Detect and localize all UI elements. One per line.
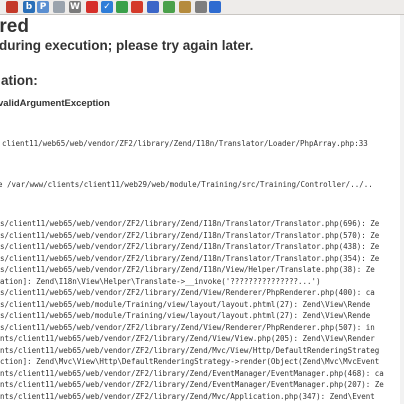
error-page: bP W ✓ rred during execution; please try a… bbox=[0, 0, 404, 404]
bookmarks-toolbar: b P W ✓ bbox=[0, 0, 404, 15]
callstack-header: e /var/www/clients/client11/web29/web/mo… bbox=[0, 180, 373, 189]
trace-line: nts/client11/web65/web/vendor/ZF2/librar… bbox=[0, 345, 380, 355]
wikipedia-icon[interactable]: W bbox=[69, 1, 81, 13]
green-icon[interactable] bbox=[116, 1, 128, 13]
trace-line: s/client11/web65/web/vendor/ZF2/library/… bbox=[0, 322, 375, 332]
blue-icon[interactable] bbox=[209, 1, 221, 13]
error-message: during execution; please try again later… bbox=[0, 38, 254, 53]
page-content: rred during execution; please try again … bbox=[0, 15, 404, 404]
gray-icon[interactable] bbox=[195, 1, 207, 13]
trace-line: s/client11/web65/web/vendor/ZF2/library/… bbox=[0, 242, 380, 251]
trace-line: s/client11/web65/web/vendor/ZF2/library/… bbox=[0, 219, 380, 228]
trace-line: s/client11/web65/web/module/Training/vie… bbox=[0, 311, 371, 320]
trace-line: s/client11/web65/web/module/Training/vie… bbox=[0, 299, 371, 309]
trace-line: nts/client11/web65/web/vendor/ZF2/librar… bbox=[0, 391, 375, 401]
doc-icon[interactable] bbox=[53, 1, 65, 13]
red-box-icon[interactable] bbox=[6, 1, 18, 13]
green-square-icon[interactable] bbox=[163, 1, 175, 13]
p-icon[interactable]: P bbox=[37, 1, 49, 13]
vertical-scrollbar[interactable] bbox=[400, 15, 404, 404]
folder-icon[interactable] bbox=[179, 1, 191, 13]
exception-file: client11/web65/web/vendor/ZF2/library/Ze… bbox=[2, 139, 368, 148]
trace-line: nts/client11/web65/web/vendor/ZF2/librar… bbox=[0, 368, 384, 378]
trace-line: s/client11/web65/web/vendor/ZF2/library/… bbox=[0, 288, 375, 297]
trace-line: s/client11/web65/web/vendor/ZF2/library/… bbox=[0, 253, 380, 263]
red-stop-icon[interactable] bbox=[131, 1, 143, 13]
trace-line: nts/client11/web65/web/vendor/ZF2/librar… bbox=[0, 334, 375, 343]
blue-square-icon[interactable] bbox=[147, 1, 159, 13]
trace-line: s/client11/web65/web/vendor/ZF2/library/… bbox=[0, 230, 380, 240]
additional-information-heading: ation: bbox=[1, 73, 38, 88]
error-title: rred bbox=[0, 16, 29, 37]
trace-line: ation]: Zend\I18n\View\Helper\Translate-… bbox=[0, 276, 321, 286]
exception-class: validArgumentException bbox=[0, 98, 110, 109]
check-icon[interactable]: ✓ bbox=[101, 1, 113, 13]
trace-line: ction]: Zend\Mvc\View\Http\DefaultRender… bbox=[0, 357, 380, 366]
b-icon[interactable]: b bbox=[23, 1, 35, 13]
red-square-icon[interactable] bbox=[86, 1, 98, 13]
trace-line: s/client11/web65/web/vendor/ZF2/library/… bbox=[0, 265, 375, 274]
trace-line: nts/client11/web65/web/vendor/ZF2/librar… bbox=[0, 380, 384, 389]
